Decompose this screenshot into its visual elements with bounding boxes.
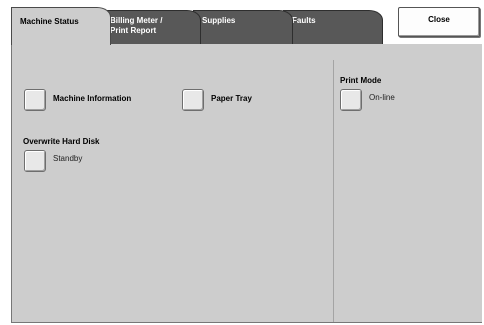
machine-information-button[interactable] bbox=[24, 89, 46, 111]
tab-billing-label-line2: Print Report bbox=[110, 26, 157, 35]
tab-billing-label-line1: Billing Meter / bbox=[110, 16, 163, 25]
panel-divider bbox=[333, 60, 334, 322]
tab-machine-status[interactable]: Machine Status bbox=[11, 7, 111, 45]
tab-bar: Faults Supplies Billing Meter / Print Re… bbox=[0, 0, 484, 45]
tab-supplies[interactable]: Supplies bbox=[193, 10, 293, 44]
paper-tray-button[interactable] bbox=[182, 89, 204, 111]
close-button[interactable]: Close bbox=[398, 7, 480, 37]
close-button-label: Close bbox=[428, 15, 450, 24]
tab-billing-meter-print-report[interactable]: Billing Meter / Print Report bbox=[101, 10, 201, 44]
tab-faults-label: Faults bbox=[292, 16, 316, 25]
print-mode-title: Print Mode bbox=[340, 76, 382, 85]
tab-machine-status-label: Machine Status bbox=[20, 17, 79, 26]
machine-status-panel: Machine Information Paper Tray Overwrite… bbox=[11, 44, 482, 323]
overwrite-hard-disk-status: Standby bbox=[53, 154, 83, 163]
print-mode-status: On-line bbox=[369, 93, 395, 102]
machine-information-label[interactable]: Machine Information bbox=[53, 94, 131, 103]
print-mode-button[interactable] bbox=[340, 89, 362, 111]
tab-supplies-label: Supplies bbox=[202, 16, 236, 25]
overwrite-hard-disk-button[interactable] bbox=[24, 150, 46, 172]
paper-tray-label[interactable]: Paper Tray bbox=[211, 94, 252, 103]
overwrite-hard-disk-title: Overwrite Hard Disk bbox=[23, 137, 100, 146]
tab-faults[interactable]: Faults bbox=[283, 10, 383, 44]
